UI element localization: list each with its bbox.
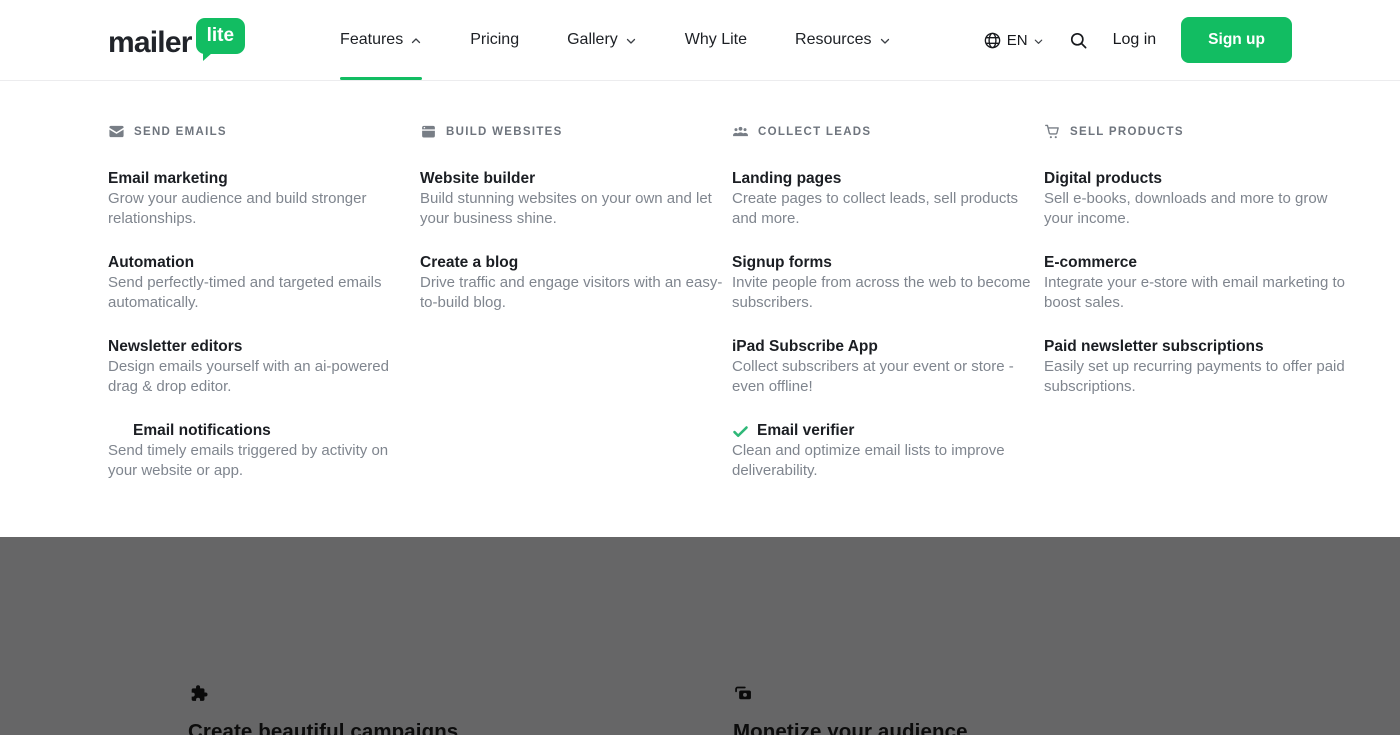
menu-item-description: Sell e-books, downloads and more to grow… [1044,190,1328,227]
menu-item-description: Design emails yourself with an ai-powere… [108,358,389,395]
menu-item-paid-newsletter-subscriptions[interactable]: Paid newsletter subscriptions Easily set… [1044,337,1356,396]
mega-menu-column-collect-leads: COLLECT LEADS Landing pages Create pages… [732,123,1044,537]
menu-item-title: iPad Subscribe App [732,337,878,357]
main-nav: Features Pricing Gallery Why Lite Resour… [340,0,890,80]
menu-item-website-builder[interactable]: Website builder Build stunning websites … [420,169,732,228]
menu-item-description: Grow your audience and build stronger re… [108,190,367,227]
chevron-down-icon [625,35,637,47]
menu-item-title: Signup forms [732,253,832,273]
background-section-campaigns: Create beautiful campaigns [188,683,458,735]
menu-item-description: Collect subscribers at your event or sto… [732,358,1014,395]
search-button[interactable] [1069,31,1088,50]
menu-item-newsletter-editors[interactable]: Newsletter editors Design emails yoursel… [108,337,420,396]
column-heading-label: SELL PRODUCTS [1070,126,1184,138]
mega-menu-column-sell-products: SELL PRODUCTS Digital products Sell e-bo… [1044,123,1356,537]
nav-item-features[interactable]: Features [340,0,422,80]
signup-button[interactable]: Sign up [1181,17,1292,63]
menu-item-description: Send perfectly-timed and targeted emails… [108,274,381,311]
active-tab-underline [340,77,422,80]
puzzle-icon [188,683,209,704]
background-section-monetize: Monetize your audience [733,683,968,735]
section-heading: Create beautiful campaigns [188,720,458,735]
menu-item-title: Email notifications [133,421,271,441]
menu-item-email-marketing[interactable]: Email marketing Grow your audience and b… [108,169,420,228]
menu-item-title: Website builder [420,169,535,189]
menu-item-description: Invite people from across the web to bec… [732,274,1031,311]
cart-icon [1044,123,1061,140]
column-heading-label: SEND EMAILS [134,126,227,138]
menu-item-title: E-commerce [1044,253,1137,273]
nav-item-label: Pricing [470,31,519,49]
menu-item-description: Integrate your e-store with email market… [1044,274,1345,311]
menu-item-description: Easily set up recurring payments to offe… [1044,358,1345,395]
menu-item-description: Drive traffic and engage visitors with a… [420,274,722,311]
menu-item-e-commerce[interactable]: E-commerce Integrate your e-store with e… [1044,253,1356,312]
brand-badge: lite [196,18,245,54]
nav-item-why-lite[interactable]: Why Lite [685,0,747,80]
menu-item-title: Paid newsletter subscriptions [1044,337,1264,357]
menu-item-create-a-blog[interactable]: Create a blog Drive traffic and engage v… [420,253,732,312]
browser-icon [420,123,437,140]
nav-item-label: Gallery [567,31,618,49]
menu-item-email-notifications[interactable]: Email notifications Send timely emails t… [108,421,420,480]
menu-item-description: Build stunning websites on your own and … [420,190,712,227]
menu-item-automation[interactable]: Automation Send perfectly-timed and targ… [108,253,420,312]
menu-item-title: Automation [108,253,194,273]
mega-menu-column-heading: SEND EMAILS [108,123,420,140]
check-icon [732,423,749,440]
chevron-up-icon [410,35,422,47]
column-heading-label: BUILD WEBSITES [446,126,563,138]
mega-menu-column-heading: COLLECT LEADS [732,123,1044,140]
globe-icon [983,31,1002,50]
menu-item-title: Email verifier [757,421,854,441]
header: mailer lite Features Pricing Gallery Why… [0,0,1400,81]
nav-item-label: Resources [795,31,871,49]
lightning-icon [108,423,125,440]
menu-item-ipad-subscribe-app[interactable]: iPad Subscribe App Collect subscribers a… [732,337,1044,396]
login-link[interactable]: Log in [1113,31,1157,49]
chevron-down-icon [879,35,891,47]
brand-logo[interactable]: mailer lite [108,22,245,58]
nav-item-pricing[interactable]: Pricing [470,0,519,80]
mega-menu-column-send-emails: SEND EMAILS Email marketing Grow your au… [108,123,420,537]
menu-item-title: Digital products [1044,169,1162,189]
mega-menu-column-heading: BUILD WEBSITES [420,123,732,140]
menu-item-title: Newsletter editors [108,337,242,357]
section-heading: Monetize your audience [733,720,968,735]
header-actions: EN Log in Sign up [983,17,1292,63]
nav-item-gallery[interactable]: Gallery [567,0,637,80]
features-mega-menu: SEND EMAILS Email marketing Grow your au… [0,81,1400,537]
nav-item-label: Why Lite [685,31,747,49]
menu-item-description: Send timely emails triggered by activity… [108,442,388,479]
menu-item-landing-pages[interactable]: Landing pages Create pages to collect le… [732,169,1044,228]
mega-menu-column-heading: SELL PRODUCTS [1044,123,1356,140]
language-switcher[interactable]: EN [983,31,1044,50]
search-icon [1069,31,1088,50]
menu-item-email-verifier[interactable]: Email verifier Clean and optimize email … [732,421,1044,480]
mega-menu-column-build-websites: BUILD WEBSITES Website builder Build stu… [420,123,732,537]
menu-item-description: Create pages to collect leads, sell prod… [732,190,1018,227]
banknotes-icon [733,683,754,704]
nav-item-label: Features [340,31,403,49]
users-icon [732,123,749,140]
menu-item-digital-products[interactable]: Digital products Sell e-books, downloads… [1044,169,1356,228]
chevron-down-icon [1033,36,1044,47]
menu-item-title: Create a blog [420,253,518,273]
dimmed-page-content: Create beautiful campaigns Monetize your… [0,537,1400,735]
nav-item-resources[interactable]: Resources [795,0,890,80]
brand-name: mailer [108,28,192,58]
envelope-icon [108,123,125,140]
language-label: EN [1007,32,1028,49]
menu-item-title: Email marketing [108,169,228,189]
menu-item-signup-forms[interactable]: Signup forms Invite people from across t… [732,253,1044,312]
menu-item-description: Clean and optimize email lists to improv… [732,442,1005,479]
menu-item-title: Landing pages [732,169,841,189]
column-heading-label: COLLECT LEADS [758,126,871,138]
